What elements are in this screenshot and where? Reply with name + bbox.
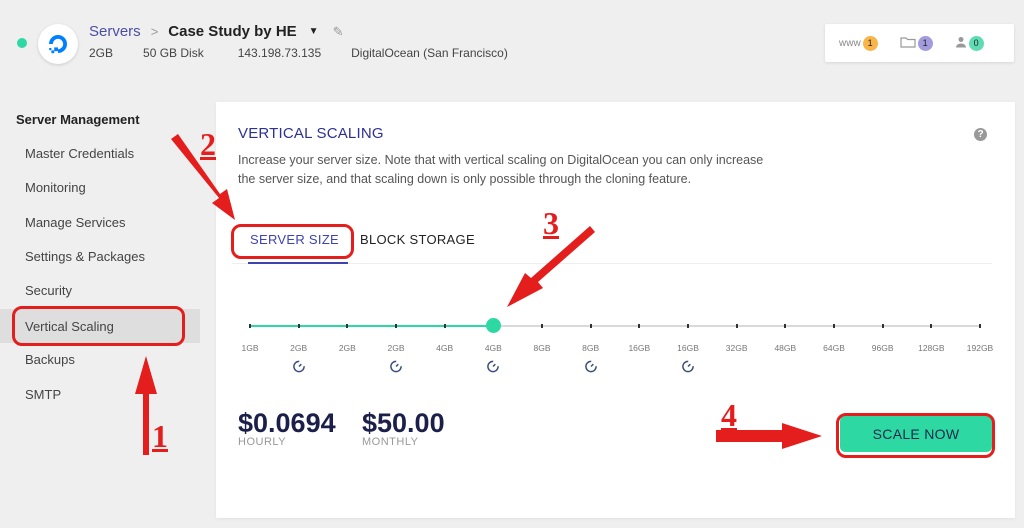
annotation-number-4: 4: [721, 397, 737, 433]
slider-label: 96GB: [871, 343, 894, 353]
slider-label: 64GB: [823, 343, 845, 353]
slider-label: 8GB: [533, 343, 551, 353]
users-count-badge: 0: [968, 35, 984, 51]
panel-description: Increase your server size. Note that wit…: [238, 153, 764, 186]
slider-labels: 1GB 2GB 2GB 2GB 4GB 4GB 8GB 8GB 16GB 16GB 32GB 48GB…: [241, 343, 993, 357]
speed-gauge-icon: [487, 360, 500, 378]
users-counter[interactable]: 0: [955, 35, 984, 51]
slider-tick[interactable]: [735, 324, 738, 328]
speed-gauge-icon: [682, 360, 695, 378]
slider-speed-icons: [250, 360, 980, 376]
folder-icon: [900, 36, 916, 51]
panel-title: VERTICAL SCALING: [238, 125, 384, 142]
sidebar-item-smtp[interactable]: SMTP: [0, 377, 200, 411]
websites-count-badge: 1: [862, 35, 878, 51]
annotation-number-3: 3: [543, 205, 559, 241]
slider-label: 1GB: [241, 343, 259, 353]
hourly-price-block: $0.0694 HOURLY: [238, 408, 336, 448]
sidebar-item-master-credentials[interactable]: Master Credentials: [0, 136, 200, 170]
speed-gauge-icon: [584, 360, 597, 378]
slider-tick[interactable]: [881, 324, 884, 328]
files-counter[interactable]: 1: [900, 35, 933, 51]
pencil-icon[interactable]: ✎: [333, 24, 344, 40]
slider-label: 16GB: [677, 343, 699, 353]
slider-label: 2GB: [290, 343, 308, 353]
sidebar-item-manage-services[interactable]: Manage Services: [0, 205, 200, 239]
slider-label: 4GB: [484, 343, 502, 353]
top-stats-widget: www 1 1 0: [825, 24, 1014, 62]
files-count-badge: 1: [917, 35, 933, 51]
slider-fill: [250, 325, 494, 327]
hourly-price: $0.0694: [238, 408, 336, 438]
slider-label: 32GB: [725, 343, 748, 353]
www-icon: www: [839, 37, 861, 49]
slider-label: 48GB: [774, 343, 797, 353]
slider-tick[interactable]: [541, 324, 543, 328]
slider-label: 2GB: [338, 343, 356, 353]
annotation-highlight-server-size: [231, 224, 354, 259]
annotation-highlight-vertical-scaling: [12, 306, 185, 346]
slider-label: 4GB: [436, 343, 454, 353]
help-icon[interactable]: ?: [974, 128, 987, 141]
slider-tick[interactable]: [297, 324, 300, 328]
active-tab-indicator: [248, 262, 348, 264]
slider-tick[interactable]: [249, 324, 251, 328]
annotation-number-2: 2: [200, 126, 216, 162]
slider-label: 16GB: [628, 343, 651, 353]
slider-label: 128GB: [918, 343, 945, 353]
speed-gauge-icon: [390, 360, 403, 378]
slider-tick[interactable]: [833, 324, 835, 328]
annotation-number-1: 1: [152, 418, 168, 454]
slider-label: 192GB: [966, 343, 994, 353]
sidebar-item-settings-packages[interactable]: Settings & Packages: [0, 239, 200, 273]
slider-tick[interactable]: [638, 324, 641, 328]
slider-thumb[interactable]: [486, 318, 502, 333]
sidebar: Server Management Master Credentials Mon…: [0, 0, 205, 528]
slider-tick[interactable]: [443, 324, 446, 328]
tab-block-storage[interactable]: BLOCK STORAGE: [360, 232, 475, 247]
slider-tick[interactable]: [979, 324, 981, 328]
slider-tick[interactable]: [687, 324, 689, 328]
sidebar-item-backups[interactable]: Backups: [0, 342, 200, 376]
user-icon: [955, 36, 967, 51]
server-ip: 143.198.73.135: [237, 46, 322, 60]
speed-gauge-icon: [292, 360, 305, 378]
monthly-price: $50.00: [362, 408, 445, 438]
slider-label: 2GB: [387, 343, 405, 353]
slider-tick[interactable]: [589, 324, 592, 328]
monthly-price-block: $50.00 MONTHLY: [362, 408, 445, 448]
slider-tick[interactable]: [395, 324, 397, 328]
server-size-slider[interactable]: [249, 318, 981, 333]
slider-tick[interactable]: [784, 324, 787, 328]
server-location: DigitalOcean (San Francisco): [351, 46, 508, 60]
slider-tick[interactable]: [930, 324, 933, 328]
caret-down-icon[interactable]: ▼: [309, 26, 319, 37]
slider-label: 8GB: [582, 343, 600, 353]
sidebar-item-security[interactable]: Security: [0, 273, 200, 307]
slider-tick[interactable]: [346, 324, 349, 328]
websites-counter[interactable]: www 1: [839, 35, 878, 51]
sidebar-item-monitoring[interactable]: Monitoring: [0, 170, 200, 204]
sidebar-heading: Server Management: [16, 112, 140, 127]
annotation-highlight-scale-now: [836, 413, 995, 458]
